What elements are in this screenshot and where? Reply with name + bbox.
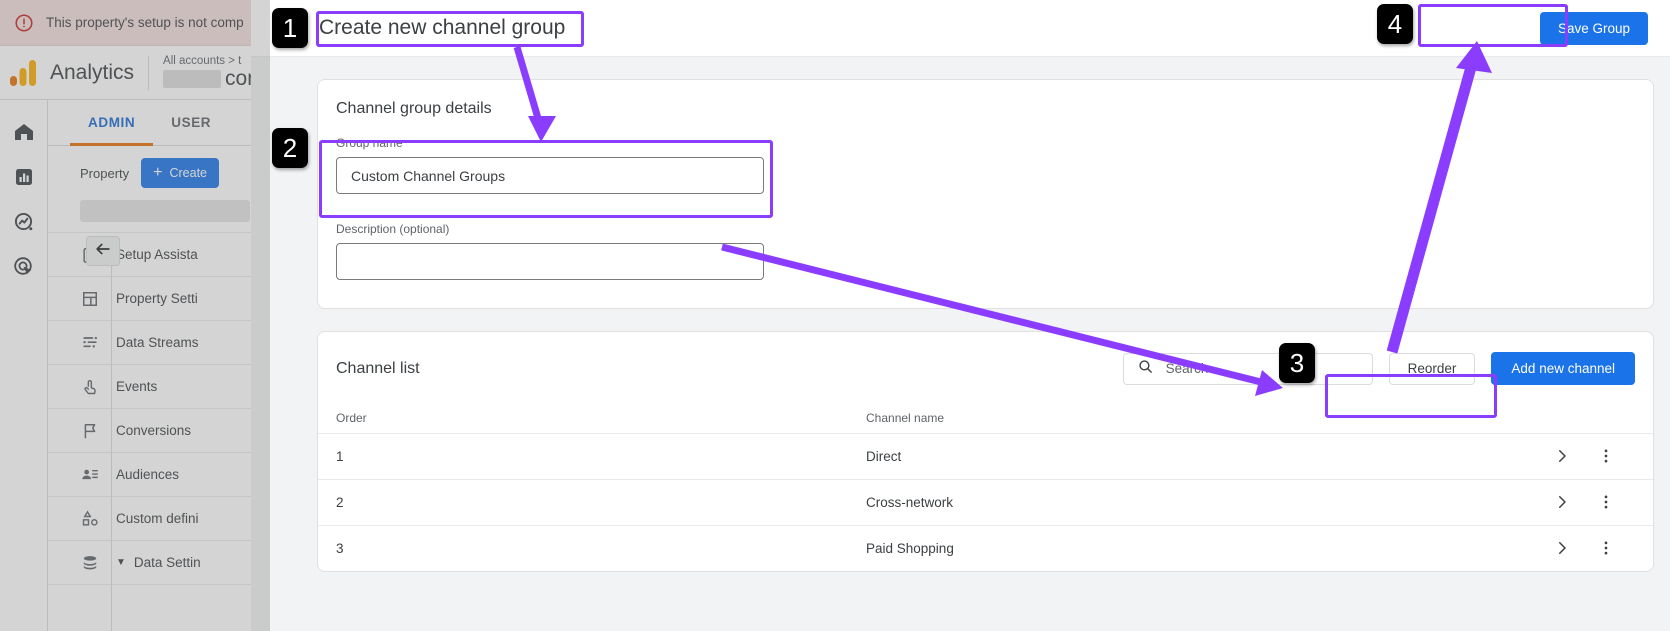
row-order: 2 bbox=[336, 495, 344, 510]
advertising-target-icon[interactable] bbox=[12, 255, 36, 279]
chevron-right-icon[interactable] bbox=[1553, 539, 1573, 559]
menu-item-property-settings[interactable]: Property Setti bbox=[48, 277, 270, 321]
channel-list-header: Channel list Search Reorder Add new chan… bbox=[318, 332, 1653, 403]
database-icon bbox=[80, 553, 100, 573]
notification-text: This property's setup is not comp bbox=[46, 15, 244, 30]
row-actions bbox=[1553, 493, 1635, 513]
shapes-icon bbox=[80, 509, 100, 529]
menu-item-label: Events bbox=[116, 379, 158, 394]
reorder-button[interactable]: Reorder bbox=[1388, 352, 1476, 385]
admin-panel-background: ADMIN USER Property + Create Setup Assis… bbox=[48, 100, 270, 631]
description-input[interactable] bbox=[336, 243, 764, 280]
row-order: 3 bbox=[336, 541, 344, 556]
error-circle-icon bbox=[14, 13, 34, 33]
create-channel-group-panel: Create new channel group Save Group Chan… bbox=[251, 0, 1670, 631]
menu-item-label: Data Settin bbox=[133, 555, 201, 570]
group-name-label: Group name bbox=[336, 136, 403, 150]
column-header-order: Order bbox=[336, 411, 367, 425]
chevron-right-icon[interactable] bbox=[1553, 447, 1573, 467]
row-order: 1 bbox=[336, 449, 344, 464]
save-group-button[interactable]: Save Group bbox=[1539, 11, 1648, 45]
channel-table-header: Order Channel name bbox=[318, 403, 1653, 433]
admin-user-tabs: ADMIN USER bbox=[48, 100, 270, 146]
menu-item-data-streams[interactable]: Data Streams bbox=[48, 321, 270, 365]
menu-item-data-settings[interactable]: ▼ Data Settin bbox=[48, 541, 270, 585]
row-channel-name: Direct bbox=[866, 449, 902, 464]
row-channel-name: Cross-network bbox=[866, 495, 954, 510]
collapse-nav-button[interactable] bbox=[86, 236, 120, 266]
rail-divider-line bbox=[111, 246, 112, 631]
person-list-icon bbox=[80, 465, 100, 485]
tap-hand-icon bbox=[80, 377, 100, 397]
panel-topbar: Create new channel group Save Group bbox=[251, 0, 1670, 57]
analytics-logo-icon bbox=[10, 59, 40, 86]
table-row[interactable]: 2 Cross-network bbox=[318, 479, 1653, 525]
row-actions bbox=[1553, 539, 1635, 559]
menu-item-label: Custom defini bbox=[116, 511, 199, 526]
breadcrumb[interactable]: All accounts > t com bbox=[163, 55, 265, 91]
explore-icon[interactable] bbox=[12, 210, 36, 234]
menu-item-label: Property Setti bbox=[116, 291, 198, 306]
reports-bar-chart-icon[interactable] bbox=[12, 165, 36, 189]
property-square-icon bbox=[80, 289, 100, 309]
tab-admin[interactable]: ADMIN bbox=[70, 100, 154, 146]
table-row[interactable]: 1 Direct bbox=[318, 433, 1653, 479]
menu-item-events[interactable]: Events bbox=[48, 365, 270, 409]
analytics-brand-label: Analytics bbox=[50, 60, 135, 84]
property-label: Property bbox=[80, 165, 130, 181]
home-icon[interactable] bbox=[12, 120, 36, 144]
header-divider bbox=[148, 55, 150, 90]
breadcrumb-path: All accounts > t bbox=[163, 54, 242, 67]
channel-list-title: Channel list bbox=[336, 359, 420, 377]
menu-item-setup-assistant[interactable]: Setup Assista bbox=[48, 233, 270, 277]
more-vertical-icon[interactable] bbox=[1597, 539, 1617, 559]
flag-icon bbox=[80, 421, 100, 441]
analytics-background-app: This property's setup is not comp Analyt… bbox=[0, 0, 270, 631]
channel-group-details-card: Channel group details Group name Custom … bbox=[317, 79, 1654, 309]
channel-list-actions: Search Reorder Add new channel bbox=[1122, 352, 1635, 385]
property-row: Property + Create bbox=[48, 146, 270, 198]
menu-item-custom-definitions[interactable]: Custom defini bbox=[48, 497, 270, 541]
chevron-right-icon[interactable] bbox=[1553, 493, 1573, 513]
data-streams-icon bbox=[80, 333, 100, 353]
description-label: Description (optional) bbox=[336, 222, 450, 236]
search-input[interactable]: Search bbox=[1122, 352, 1373, 385]
menu-item-conversions[interactable]: Conversions bbox=[48, 409, 270, 453]
arrow-left-icon bbox=[93, 239, 113, 264]
column-header-name: Channel name bbox=[866, 411, 945, 425]
add-new-channel-button[interactable]: Add new channel bbox=[1491, 352, 1635, 385]
details-card-title: Channel group details bbox=[336, 100, 492, 117]
row-channel-name: Paid Shopping bbox=[866, 541, 954, 556]
expand-caret-icon[interactable]: ▼ bbox=[116, 557, 126, 568]
menu-item-label: Conversions bbox=[116, 423, 192, 438]
redacted-block bbox=[163, 69, 222, 88]
more-vertical-icon[interactable] bbox=[1597, 493, 1617, 513]
plus-icon: + bbox=[153, 164, 163, 181]
setup-notification-bar: This property's setup is not comp bbox=[0, 0, 270, 46]
page-title: Create new channel group bbox=[319, 16, 566, 39]
search-icon bbox=[1137, 358, 1154, 380]
left-rail-nav bbox=[0, 100, 48, 631]
property-selector-pill[interactable] bbox=[80, 200, 250, 222]
channel-list-card: Channel list Search Reorder Add new chan… bbox=[317, 331, 1654, 572]
search-placeholder: Search bbox=[1165, 361, 1209, 376]
menu-item-label: Setup Assista bbox=[116, 247, 198, 262]
row-actions bbox=[1553, 447, 1635, 467]
menu-item-label: Data Streams bbox=[116, 335, 199, 350]
group-name-field: Group name Custom Channel Groups bbox=[318, 136, 1653, 200]
more-vertical-icon[interactable] bbox=[1597, 447, 1617, 467]
description-field: Description (optional) bbox=[318, 222, 1653, 286]
screenshot-root: This property's setup is not comp Analyt… bbox=[0, 0, 1670, 631]
analytics-header: Analytics All accounts > t com bbox=[0, 46, 270, 100]
menu-item-audiences[interactable]: Audiences bbox=[48, 453, 270, 497]
group-name-input[interactable]: Custom Channel Groups bbox=[336, 157, 764, 194]
breadcrumb-current: com bbox=[163, 67, 265, 91]
create-property-button[interactable]: + Create bbox=[141, 158, 220, 188]
tab-user[interactable]: USER bbox=[153, 100, 229, 146]
menu-item-label: Audiences bbox=[116, 467, 180, 482]
create-button-label: Create bbox=[169, 166, 208, 180]
table-row[interactable]: 3 Paid Shopping bbox=[318, 525, 1653, 571]
admin-menu-list: Setup Assista Property Setti Data Stream… bbox=[48, 232, 270, 585]
